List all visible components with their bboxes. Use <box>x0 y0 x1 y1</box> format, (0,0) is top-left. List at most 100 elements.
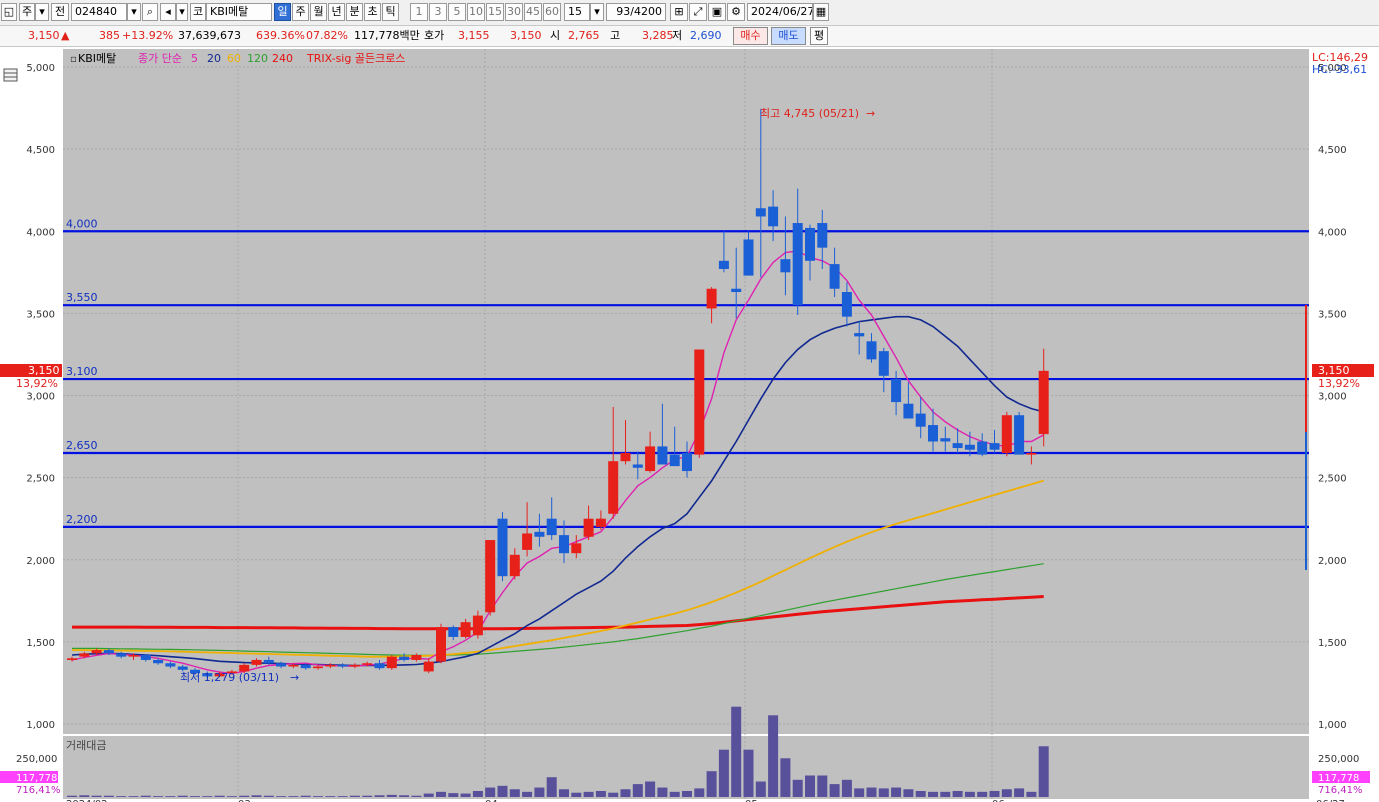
candle-body <box>620 452 631 462</box>
candle-body <box>706 288 717 309</box>
candle-body <box>497 518 508 577</box>
volume-panel <box>63 736 1309 799</box>
minute-button-30[interactable]: 30 <box>505 3 523 21</box>
mode-dropdown-icon[interactable]: ▾ <box>35 3 49 21</box>
turnover-bar <box>300 795 311 797</box>
turnover-bar <box>915 790 926 797</box>
turnover-bar <box>337 796 348 797</box>
period-button-주[interactable]: 주 <box>292 3 309 21</box>
period-button-틱[interactable]: 틱 <box>382 3 399 21</box>
search-icon[interactable]: ⌕ <box>142 3 158 21</box>
stock-name-field[interactable]: KBI메탈 <box>206 3 272 21</box>
candle-body <box>374 663 385 669</box>
candle-body <box>546 518 557 536</box>
candle-body <box>657 446 668 465</box>
candle-body <box>583 518 594 537</box>
calendar-icon[interactable]: ▦ <box>813 3 829 21</box>
n-dropdown-icon[interactable]: ▾ <box>590 3 604 21</box>
candle-body <box>854 333 865 337</box>
stock-code-input[interactable]: 024840 <box>71 3 127 21</box>
sell-button[interactable]: 매도 <box>771 27 806 45</box>
candle-body <box>952 443 963 449</box>
gear-icon[interactable]: ⚙ <box>727 3 745 21</box>
turnover-bar <box>694 788 705 797</box>
turnover-bar <box>116 796 127 797</box>
minute-button-15[interactable]: 15 <box>486 3 504 21</box>
candle-body <box>509 554 520 577</box>
volume-tick-left: 250,000 <box>16 754 57 765</box>
turnover-bar <box>792 779 803 797</box>
volume-tick-right: 250,000 <box>1318 754 1359 765</box>
crosshair-icon[interactable]: ⤢ <box>689 3 707 21</box>
period-button-분[interactable]: 분 <box>346 3 363 21</box>
candle-body <box>534 531 545 537</box>
period-button-월[interactable]: 월 <box>310 3 327 21</box>
turnover-bar <box>374 795 385 797</box>
ask-price-1: 3,155 <box>458 29 490 42</box>
legend-ma60: 60 <box>227 52 241 65</box>
candle-type-icon[interactable]: ⊞ <box>670 3 688 21</box>
candle-body <box>559 535 569 554</box>
date-input[interactable]: 2024/06/27 <box>747 3 813 21</box>
candle-body <box>1038 370 1049 435</box>
period-button-초[interactable]: 초 <box>364 3 381 21</box>
turnover-bar <box>608 792 619 797</box>
minute-button-5[interactable]: 5 <box>448 3 466 21</box>
save-icon[interactable]: ▣ <box>708 3 726 21</box>
minute-button-45[interactable]: 45 <box>524 3 542 21</box>
candle-body <box>177 666 188 670</box>
table-icon[interactable] <box>3 68 18 82</box>
turnover-bar <box>190 796 200 797</box>
current-price: 3,150 <box>28 29 60 42</box>
turnover-bar <box>620 789 631 797</box>
level-label: 4,000 <box>66 217 98 230</box>
candle-body <box>608 461 619 514</box>
turnover-bar <box>866 787 877 797</box>
turnover-bar <box>91 795 102 797</box>
minute-button-3[interactable]: 3 <box>429 3 447 21</box>
candle-body <box>91 650 102 654</box>
annotation-high-arrow-icon: → <box>866 107 875 120</box>
minute-button-10[interactable]: 10 <box>467 3 485 21</box>
period-button-일[interactable]: 일 <box>274 3 291 21</box>
turnover-bar <box>177 795 188 797</box>
turnover-bar <box>79 795 90 797</box>
legend-ma240: 240 <box>272 52 293 65</box>
turnover-bar <box>362 795 373 797</box>
candle-body <box>915 413 926 427</box>
turnover-bar <box>903 789 914 797</box>
current-pct-left: 13,92% <box>16 377 58 390</box>
speaker-dropdown-icon[interactable]: ▾ <box>176 3 188 21</box>
turnover-bar <box>288 796 299 797</box>
flat-button[interactable]: 평 <box>810 27 828 45</box>
candle-body <box>165 663 176 667</box>
candle-body <box>866 341 877 360</box>
candle-body <box>743 239 754 276</box>
turnover-bar <box>805 775 815 797</box>
annotation-low: 최저 1,279 (03/11) <box>180 671 279 684</box>
change-value: 385 <box>99 29 120 42</box>
candle-body <box>128 655 139 657</box>
turnover-bar <box>448 793 459 797</box>
candle-body <box>731 288 742 293</box>
turnover-bar <box>276 796 287 797</box>
period-button-년[interactable]: 년 <box>328 3 345 21</box>
turnover-bar <box>682 790 692 797</box>
minute-button-1[interactable]: 1 <box>410 3 428 21</box>
open-label: 시 <box>550 29 561 42</box>
turnover-bar <box>423 793 434 797</box>
y-tick-label-right: 4,500 <box>1318 145 1347 156</box>
price-chart[interactable]: 1,000 1,500 2,000 2,500 3,000 3,500 4,000 4,500… <box>0 47 1379 802</box>
mode-all-button[interactable]: 전 <box>51 3 69 21</box>
turnover-bar <box>67 795 77 797</box>
buy-button[interactable]: 매수 <box>733 27 768 45</box>
code-dropdown-icon[interactable]: ▾ <box>127 3 141 21</box>
mode-main-button[interactable]: 주 <box>19 3 35 21</box>
window-menu-icon[interactable]: ◱ <box>1 3 17 21</box>
turnover-bar <box>411 795 422 797</box>
speaker-icon[interactable]: ◂ <box>160 3 176 21</box>
n-input[interactable]: 15 <box>564 3 590 21</box>
volume: 37,639,673 <box>178 29 241 42</box>
y-tick-label-left: 4,000 <box>26 227 55 238</box>
minute-button-60[interactable]: 60 <box>543 3 561 21</box>
